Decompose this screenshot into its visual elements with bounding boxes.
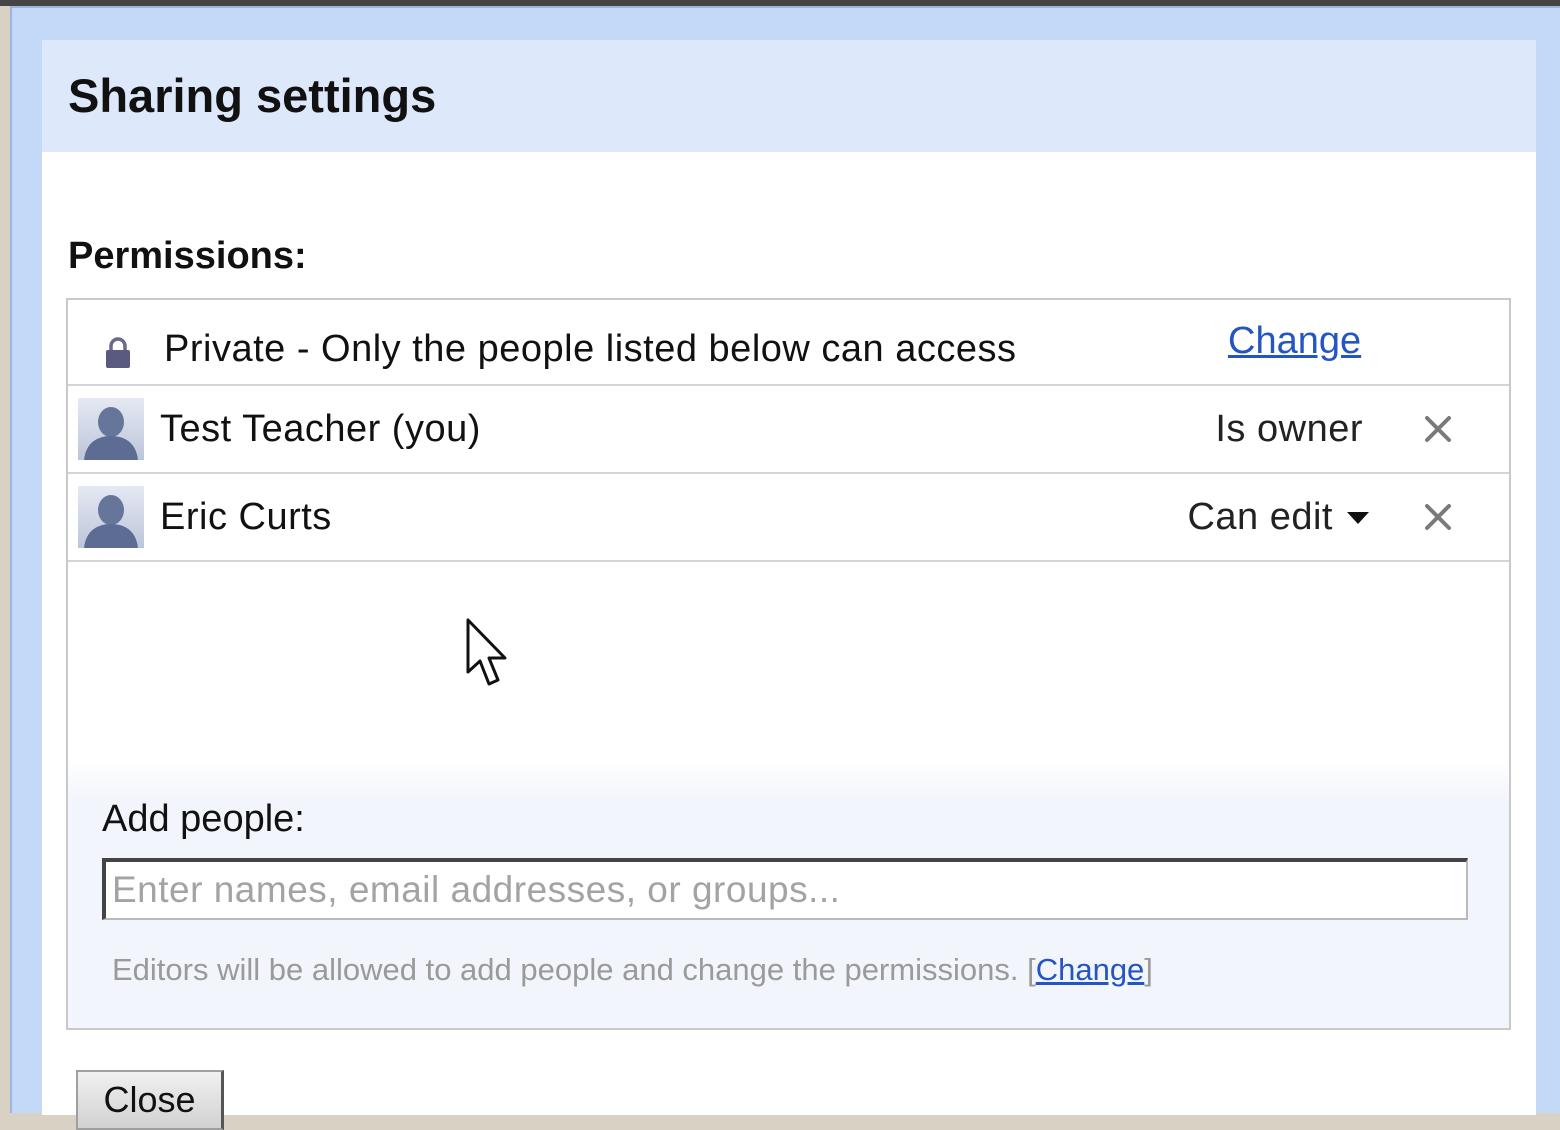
permissions-label: Permissions: bbox=[68, 235, 307, 277]
owner-role-label: Is owner bbox=[1215, 408, 1363, 450]
person-row-owner: Test Teacher (you) Is owner bbox=[68, 386, 1509, 474]
visibility-description: Private - Only the people listed below c… bbox=[164, 328, 1017, 370]
editors-note-text: Editors will be allowed to add people an… bbox=[112, 952, 1019, 987]
mouse-cursor-icon bbox=[466, 618, 507, 686]
dialog-title-bar: Sharing settings bbox=[42, 40, 1536, 152]
person-silhouette-icon bbox=[84, 407, 138, 460]
avatar bbox=[78, 486, 144, 548]
note-close-bracket: ] bbox=[1144, 952, 1153, 987]
change-editor-permissions-link[interactable]: Change bbox=[1036, 952, 1145, 987]
close-button[interactable]: Close bbox=[76, 1070, 224, 1130]
sharing-dialog: Sharing settings Permissions: Private - … bbox=[42, 40, 1536, 1130]
caret-down-icon bbox=[1347, 511, 1369, 524]
visibility-row: Private - Only the people listed below c… bbox=[68, 300, 1509, 386]
person-name: Eric Curts bbox=[160, 496, 332, 538]
person-row-editor: Eric Curts Can edit bbox=[68, 474, 1509, 562]
remove-person-icon[interactable] bbox=[1423, 502, 1453, 532]
dialog-title: Sharing settings bbox=[68, 69, 437, 122]
role-dropdown[interactable]: Can edit bbox=[1187, 496, 1369, 539]
lock-icon bbox=[106, 337, 130, 368]
change-visibility-link[interactable]: Change bbox=[1228, 320, 1361, 363]
avatar bbox=[78, 398, 144, 460]
editors-note: Editors will be allowed to add people an… bbox=[112, 952, 1153, 988]
sharing-dialog-frame: Sharing settings Permissions: Private - … bbox=[10, 6, 1560, 1130]
add-people-label: Add people: bbox=[102, 798, 305, 840]
role-dropdown-label: Can edit bbox=[1187, 496, 1333, 538]
remove-person-icon[interactable] bbox=[1423, 414, 1453, 444]
person-name: Test Teacher (you) bbox=[160, 408, 481, 450]
person-silhouette-icon bbox=[84, 495, 138, 548]
note-open-bracket: [ bbox=[1027, 952, 1036, 987]
add-people-input[interactable] bbox=[102, 858, 1468, 920]
add-people-section: Add people: Editors will be allowed to a… bbox=[68, 760, 1509, 1028]
permissions-panel: Private - Only the people listed below c… bbox=[66, 298, 1511, 1030]
